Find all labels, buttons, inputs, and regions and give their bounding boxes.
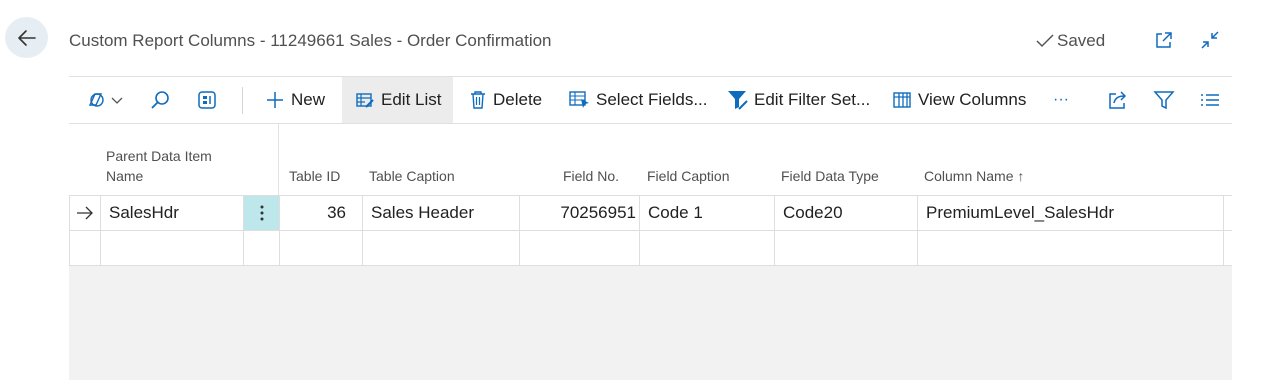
back-button[interactable] <box>5 17 48 58</box>
copilot-button[interactable] <box>85 77 123 123</box>
view-columns-label: View Columns <box>918 90 1027 109</box>
empty-cell[interactable] <box>917 231 1224 265</box>
view-columns-button[interactable]: View Columns <box>892 77 1026 123</box>
filter-edit-icon <box>728 91 748 110</box>
row-indicator <box>69 196 100 230</box>
open-in-new-window-icon[interactable] <box>1152 28 1176 52</box>
page-title: Custom Report Columns - 11249661 Sales -… <box>69 31 552 50</box>
cell-column-name[interactable]: PremiumLevel_SalesHdr <box>917 196 1224 230</box>
empty-cell[interactable] <box>100 231 243 265</box>
delete-label: Delete <box>493 90 543 109</box>
share-button[interactable] <box>1107 77 1129 123</box>
saved-status: Saved <box>1036 31 1105 51</box>
empty-cell[interactable] <box>519 231 639 265</box>
column-divider <box>278 124 279 195</box>
edit-list-button[interactable]: Edit List <box>342 77 453 123</box>
edit-filter-set-label: Edit Filter Set... <box>754 90 871 109</box>
more-options-button[interactable]: ··· <box>1053 77 1069 123</box>
column-header-parent-data-item-name[interactable]: Parent Data Item Name <box>106 146 212 186</box>
cell-field-data-type[interactable]: Code20 <box>774 196 917 230</box>
column-header-field-data-type[interactable]: Field Data Type <box>781 166 879 186</box>
collapse-icon[interactable] <box>1198 28 1222 52</box>
select-fields-label: Select Fields... <box>596 90 708 109</box>
column-header-text: Parent Data Item <box>106 148 212 164</box>
edit-list-label: Edit List <box>381 90 442 109</box>
empty-cell[interactable] <box>279 231 362 265</box>
column-header-column-name[interactable]: Column Name ↑ <box>924 166 1024 186</box>
columns-icon <box>893 92 911 108</box>
column-header-table-id[interactable]: Table ID <box>289 166 340 186</box>
search-button[interactable] <box>149 77 171 123</box>
new-label: New <box>291 90 326 109</box>
empty-cell[interactable] <box>362 231 519 265</box>
edit-filter-set-button[interactable]: Edit Filter Set... <box>726 77 870 123</box>
layout-icon <box>198 91 216 109</box>
table-row[interactable]: SalesHdr 36 Sales Header 70256951 Code 1… <box>69 195 1232 231</box>
layout-button[interactable] <box>196 77 218 123</box>
report-columns-grid: Parent Data Item Name Table ID Table Cap… <box>69 124 1232 380</box>
edit-list-icon <box>356 93 374 108</box>
list-view-button[interactable] <box>1199 77 1221 123</box>
toolbar-divider <box>242 87 243 114</box>
checkmark-icon <box>1036 34 1054 48</box>
select-fields-button[interactable]: Select Fields... <box>568 77 708 123</box>
cell-table-id[interactable]: 36 <box>279 196 362 230</box>
column-header-field-no[interactable]: Field No. <box>539 166 619 186</box>
row-actions-button[interactable] <box>243 196 279 230</box>
arrow-right-icon <box>77 206 93 220</box>
empty-cell[interactable] <box>774 231 917 265</box>
select-fields-icon <box>569 91 589 108</box>
filter-icon <box>1153 91 1175 110</box>
trash-icon <box>471 91 485 109</box>
action-bar: New Edit List Delete Select Fields... Ed… <box>69 76 1232 124</box>
empty-cell <box>243 231 279 265</box>
arrow-left-icon <box>17 29 36 46</box>
filter-button[interactable] <box>1153 77 1175 123</box>
plus-icon <box>267 92 283 108</box>
column-header-text: Name <box>106 168 144 184</box>
cell-table-caption[interactable]: Sales Header <box>362 196 519 230</box>
search-icon <box>151 91 169 109</box>
copilot-icon <box>88 93 123 107</box>
table-row-empty[interactable] <box>69 231 1232 266</box>
cell-parent-data-item-name[interactable]: SalesHdr <box>100 196 243 230</box>
share-icon <box>1109 91 1127 109</box>
delete-button[interactable]: Delete <box>469 77 542 123</box>
vertical-ellipsis-icon <box>260 205 263 221</box>
saved-label: Saved <box>1057 31 1106 50</box>
cell-field-no[interactable]: 70256951 <box>519 196 639 230</box>
ellipsis-icon: ··· <box>1053 91 1069 108</box>
grid-empty-area <box>69 266 1232 380</box>
empty-cell <box>69 231 100 265</box>
new-button[interactable]: New <box>265 77 325 123</box>
column-header-table-caption[interactable]: Table Caption <box>369 166 455 186</box>
column-header-field-caption[interactable]: Field Caption <box>647 166 730 186</box>
empty-cell[interactable] <box>639 231 774 265</box>
list-icon <box>1201 94 1219 106</box>
cell-field-caption[interactable]: Code 1 <box>639 196 774 230</box>
